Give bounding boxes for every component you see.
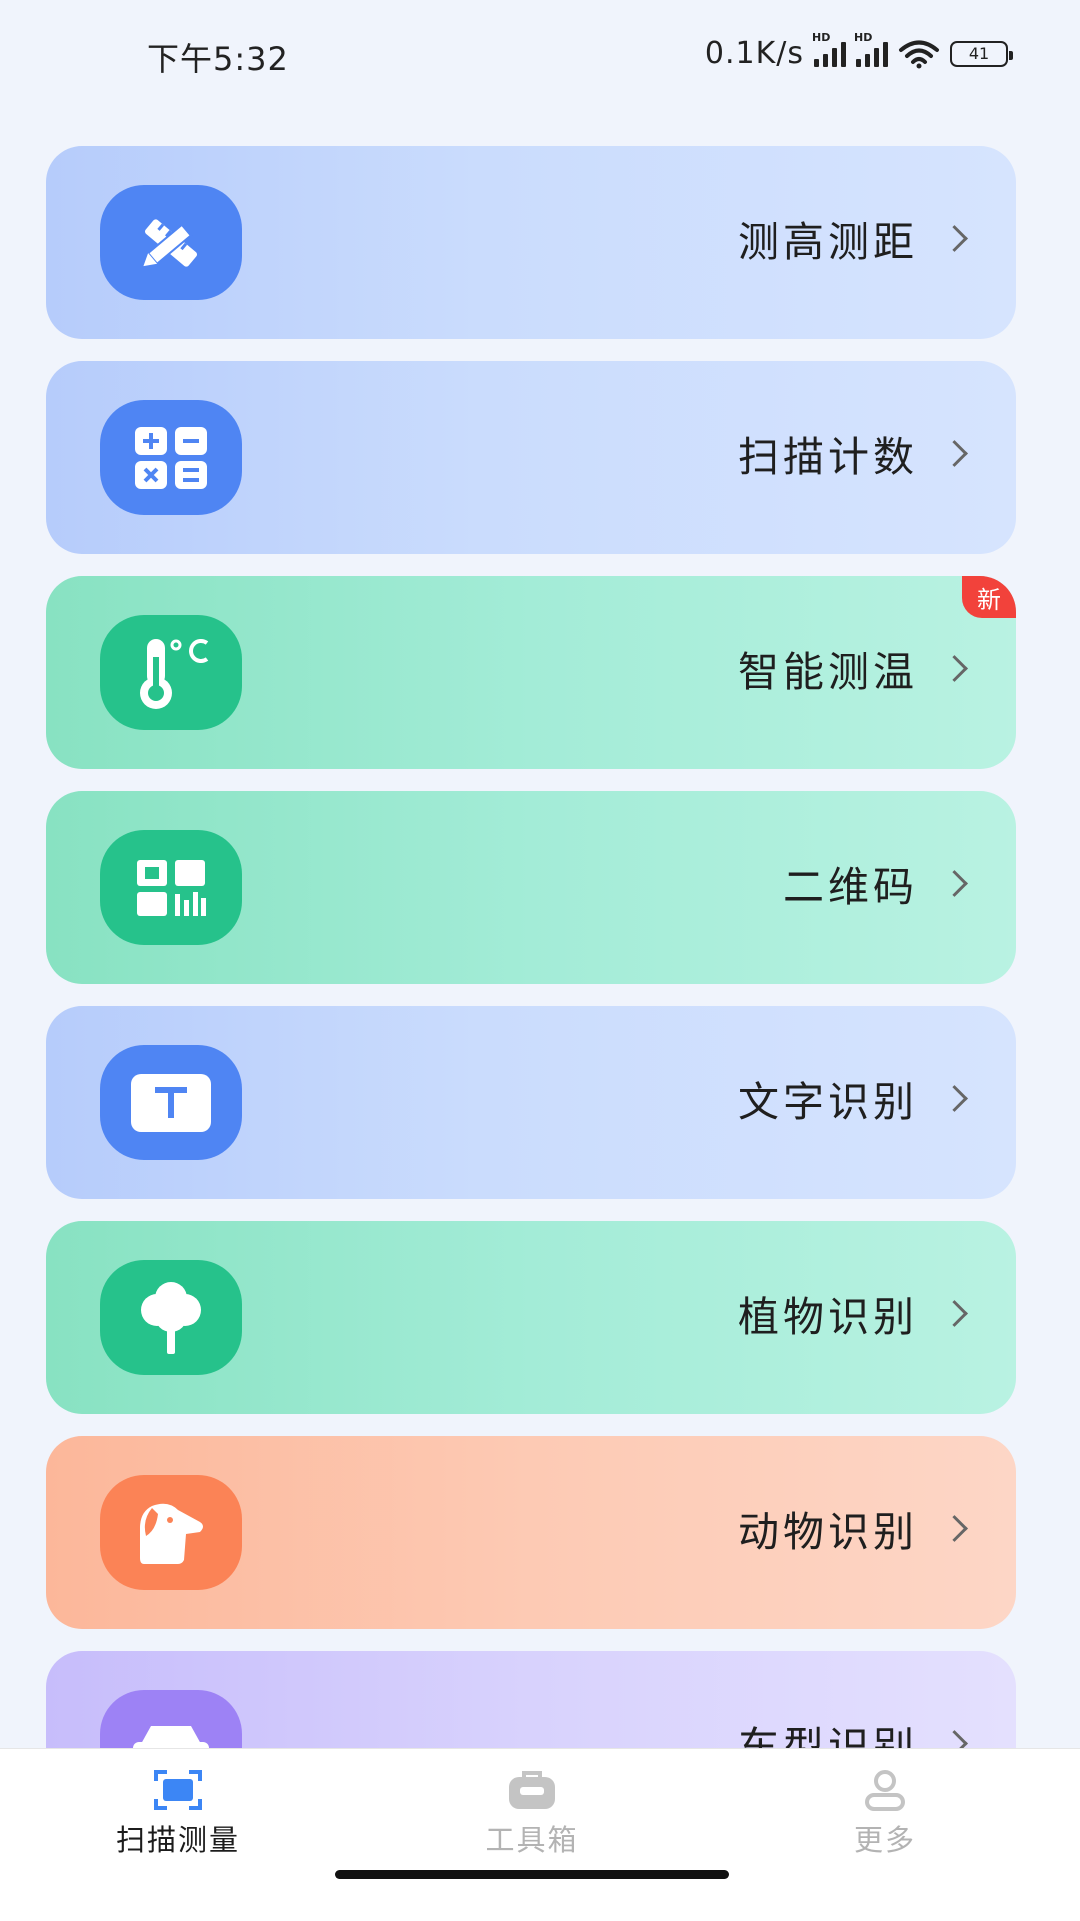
tab-label: 工具箱: [485, 1823, 579, 1857]
chevron-right-icon: [941, 1515, 968, 1542]
status-bar: 下午5:32 0.1K/s HD HD 41: [0, 0, 1080, 110]
tool-card-car-recognition[interactable]: 车型识别: [46, 1651, 1016, 1748]
tab-scan-measure[interactable]: 扫描测量: [78, 1769, 278, 1859]
tree-icon: [100, 1260, 242, 1375]
calculator-icon: [100, 400, 242, 515]
pencil-ruler-icon: [100, 185, 242, 300]
status-right: 0.1K/s HD HD 41: [704, 31, 1013, 71]
tool-label: 智能测温: [738, 648, 918, 696]
tool-label: 植物识别: [738, 1293, 918, 1341]
dog-icon: [100, 1475, 242, 1590]
tool-card-height-distance[interactable]: 测高测距: [46, 146, 1016, 339]
user-icon: [865, 1770, 905, 1811]
hd-label: HD: [812, 30, 831, 44]
text-t-icon: [100, 1045, 242, 1160]
chevron-right-icon: [941, 655, 968, 682]
wifi-icon: [899, 40, 939, 68]
chevron-right-icon: [941, 440, 968, 467]
new-badge: 新: [962, 576, 1016, 618]
scan-icon: [154, 1770, 202, 1810]
status-time: 下午5:32: [147, 40, 289, 78]
tool-card-plant-recognition[interactable]: 植物识别: [46, 1221, 1016, 1414]
tool-card-scan-count[interactable]: 扫描计数: [46, 361, 1016, 554]
car-icon: [100, 1690, 242, 1748]
chevron-right-icon: [941, 225, 968, 252]
home-indicator[interactable]: [335, 1870, 729, 1879]
tab-toolbox[interactable]: 工具箱: [432, 1769, 632, 1859]
tool-card-temperature[interactable]: 智能测温 新: [46, 576, 1016, 769]
tool-label: 扫描计数: [738, 433, 918, 481]
tool-card-text-recognition[interactable]: 文字识别: [46, 1006, 1016, 1199]
hd-label-2: HD: [854, 30, 873, 44]
tool-label: 动物识别: [738, 1508, 918, 1556]
tool-label: 测高测距: [738, 218, 918, 266]
battery-icon: 41: [950, 40, 1013, 67]
chevron-right-icon: [941, 870, 968, 897]
tool-card-qr-code[interactable]: 二维码: [46, 791, 1016, 984]
battery-level: 41: [968, 44, 990, 63]
thermometer-icon: [100, 615, 242, 730]
tab-more[interactable]: 更多: [785, 1769, 985, 1859]
network-speed: 0.1K/s: [704, 36, 804, 71]
tool-label: 文字识别: [738, 1078, 918, 1126]
tool-card-animal-recognition[interactable]: 动物识别: [46, 1436, 1016, 1629]
bottom-tab-bar: 扫描测量 工具箱 更多: [0, 1748, 1080, 1921]
tab-label: 扫描测量: [115, 1823, 240, 1857]
cell-signal-2-icon: HD: [854, 31, 888, 67]
qr-code-icon: [100, 830, 242, 945]
chevron-right-icon: [941, 1730, 968, 1748]
tab-label: 更多: [853, 1823, 916, 1857]
tool-list[interactable]: 测高测距 扫描计数 智能测温 新 二维码 文字识别 植物识别 动物识别 车型识别: [46, 146, 1016, 1748]
tool-label: 车型识别: [738, 1723, 918, 1748]
cell-signal-icon: HD: [812, 31, 846, 67]
tool-label: 二维码: [783, 863, 918, 911]
toolbox-icon: [509, 1771, 555, 1809]
chevron-right-icon: [941, 1300, 968, 1327]
chevron-right-icon: [941, 1085, 968, 1112]
